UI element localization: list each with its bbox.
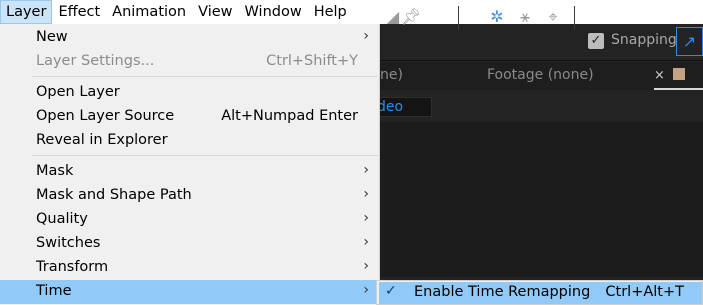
- time-submenu: ✓ Enable Time Remapping Ctrl+Alt+T: [376, 280, 703, 305]
- axis-mode-local-icon[interactable]: ✲: [486, 6, 508, 28]
- composition-viewer: [380, 122, 703, 277]
- menubar-layer[interactable]: Layer: [0, 0, 53, 24]
- menu-item-open-layer[interactable]: Open Layer: [0, 81, 379, 105]
- menu-item-new[interactable]: New ›: [0, 26, 379, 50]
- submenu-arrow-icon: ›: [363, 234, 369, 250]
- submenu-arrow-icon: ›: [363, 186, 369, 202]
- menu-item-mask[interactable]: Mask ›: [0, 160, 379, 184]
- submenu-arrow-icon: ›: [363, 28, 369, 44]
- submenu-arrow-icon: ›: [363, 162, 369, 178]
- menubar-effect[interactable]: Effect: [52, 0, 106, 24]
- menubar-view[interactable]: View: [192, 0, 238, 24]
- checkmark-icon: ✓: [385, 283, 397, 299]
- toolbar-divider: [458, 6, 459, 30]
- snapping-label: Snapping: [611, 32, 677, 48]
- pin-tool-icon[interactable]: 📌︎: [400, 6, 422, 28]
- comp-name-field[interactable]: deo: [372, 97, 432, 117]
- menu-item-open-layer-source[interactable]: Open Layer Source Alt+Numpad Enter: [0, 105, 379, 129]
- layer-color-swatch: [673, 68, 685, 80]
- toolbar-divider: [574, 6, 575, 30]
- menu-item-transform[interactable]: Transform ›: [0, 256, 379, 280]
- menubar-animation[interactable]: Animation: [106, 0, 192, 24]
- menu-item-time[interactable]: Time ›: [0, 280, 379, 304]
- composition-tab[interactable]: ne): [380, 67, 403, 83]
- footage-tab[interactable]: Footage (none): [487, 67, 594, 83]
- menubar-window[interactable]: Window: [239, 0, 308, 24]
- menu-item-reveal-in-explorer[interactable]: Reveal in Explorer: [0, 129, 379, 153]
- layer-menu: New › Layer Settings... Ctrl+Shift+Y Ope…: [0, 24, 380, 305]
- submenu-arrow-icon: ›: [363, 210, 369, 226]
- active-tab-underline: [654, 88, 703, 90]
- menubar-help[interactable]: Help: [308, 0, 353, 24]
- menu-separator: [32, 76, 378, 77]
- close-tab-icon[interactable]: ×: [654, 68, 665, 83]
- menu-item-switches[interactable]: Switches ›: [0, 232, 379, 256]
- menu-item-enable-time-remapping[interactable]: ✓ Enable Time Remapping Ctrl+Alt+T: [379, 282, 702, 304]
- menu-item-mask-and-shape-path[interactable]: Mask and Shape Path ›: [0, 184, 379, 208]
- axis-mode-world-icon[interactable]: ⚹: [514, 6, 536, 28]
- axis-mode-view-icon[interactable]: ⌖: [542, 6, 564, 28]
- menu-item-quality[interactable]: Quality ›: [0, 208, 379, 232]
- menu-separator: [32, 155, 378, 156]
- menu-item-layer-settings[interactable]: Layer Settings... Ctrl+Shift+Y: [0, 50, 379, 74]
- submenu-arrow-icon: ›: [363, 282, 369, 298]
- menu-bar: Layer Effect Animation View Window Help: [0, 0, 703, 24]
- snapping-checkbox[interactable]: ✓: [588, 33, 604, 49]
- snap-options-icon[interactable]: ↗: [676, 27, 703, 56]
- submenu-arrow-icon: ›: [363, 258, 369, 274]
